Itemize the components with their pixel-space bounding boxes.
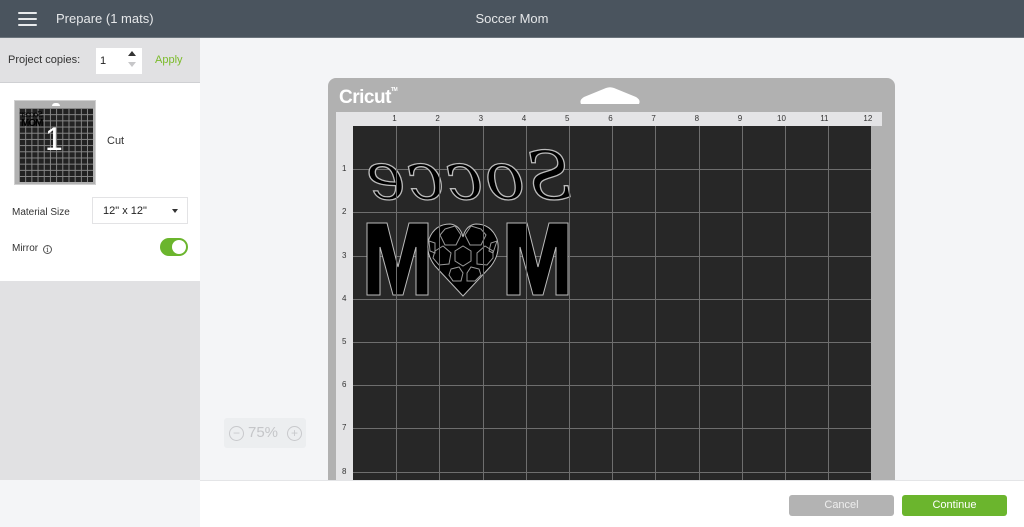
ruler-x-label: 6 [608,114,613,123]
ruler-y-label: 3 [342,250,347,260]
apply-button[interactable]: Apply [155,54,183,66]
project-title: Soccer Mom [475,11,549,26]
ruler-x-label: 7 [651,114,656,123]
grid-line-vertical [569,126,570,480]
mirror-label-text: Mirror [12,243,39,254]
mat-list: Soccer MOM 1 Cut Material Size 12" x 12"… [0,83,200,281]
grid-line-vertical [612,126,614,480]
ruler-x-label: 11 [820,114,829,123]
project-copies-label: Project copies: [8,54,81,66]
ruler-y-label: 8 [342,466,347,476]
thumb-design: Soccer MOM [21,110,43,129]
material-size-label: Material Size [12,207,70,218]
cutting-mat: CricutTM 0123456789101112 12345678 Socce… [328,78,895,480]
ruler-y-label: 6 [342,380,347,390]
grid-line-vertical [741,126,743,480]
stepper-down-icon[interactable] [128,62,136,67]
ruler-x-label: 1 [392,114,397,123]
chevron-down-icon [172,209,178,213]
grid-line-vertical [525,126,527,480]
ruler-vertical: 1 2 3 4 5 6 7 8 [336,112,353,480]
toggle-knob [172,240,186,254]
letter-m-left [366,222,429,296]
sidebar: Project copies: Apply Soccer MOM 1 Cut M… [0,38,200,527]
sidebar-empty-area [0,281,200,480]
zoom-out-icon[interactable]: − [229,426,244,441]
ruler-y-label: 5 [342,337,347,346]
mat-notch-icon [52,103,60,106]
ruler-horizontal: 0123456789101112 [336,112,882,126]
grid-line-vertical [655,126,657,480]
info-icon[interactable]: i [42,245,52,254]
ruler-x-label: 3 [478,114,484,123]
stepper-up-icon[interactable] [128,51,136,56]
mirror-label: Mirror i [12,243,52,254]
mat-thumbnail[interactable]: Soccer MOM 1 [14,100,96,185]
soccer-ball-heart-icon [427,223,499,297]
canvas-area: CricutTM 0123456789101112 12345678 Socce… [200,38,1024,480]
ruler-x-label: 4 [521,114,527,123]
grid-line-vertical [482,126,484,480]
ruler-x-label: 8 [694,114,700,123]
ruler-y-label: 2 [342,207,347,217]
letter-m-right [506,222,569,296]
mat-number: 1 [45,121,63,157]
zoom-in-icon[interactable]: + [287,426,302,441]
ruler-x-label: 9 [737,114,743,123]
material-size-value: 12" x 12" [103,205,147,217]
copies-stepper[interactable] [128,49,138,71]
zoom-level: 75% [248,424,279,441]
cricut-logo: CricutTM [339,87,398,108]
mat-notch-icon [580,87,640,104]
grid-line-vertical [828,126,830,480]
design-mom-text[interactable] [365,221,580,299]
cancel-button[interactable]: Cancel [789,495,894,516]
soccer-text: Soccer [363,138,572,215]
grid-line-vertical [698,126,700,480]
material-size-select[interactable]: 12" x 12" [92,197,188,224]
footer-bar: Cancel Continue [200,480,1024,527]
mat-operation-label: Cut [107,135,125,147]
top-bar: Prepare (1 mats) Soccer Mom [0,0,1024,38]
ruler-y-label: 7 [342,423,347,433]
ruler-x-label: 5 [565,114,570,123]
mirror-toggle[interactable] [160,238,188,256]
project-copies-row: Project copies: Apply [0,38,200,83]
continue-button[interactable]: Continue [902,495,1007,516]
ruler-x-label: 2 [435,114,440,123]
mat-grid[interactable]: Soccer [353,126,871,480]
zoom-control: − 75% + [224,418,306,448]
ruler-x-label: 10 [777,114,786,123]
ruler-x-label: 12 [863,114,873,123]
ruler-y-label: 4 [342,293,347,303]
grid-line-vertical [785,126,786,480]
ruler-y-label: 1 [342,164,347,174]
grid-line-vertical [439,126,441,480]
grid-line-vertical [396,126,398,480]
